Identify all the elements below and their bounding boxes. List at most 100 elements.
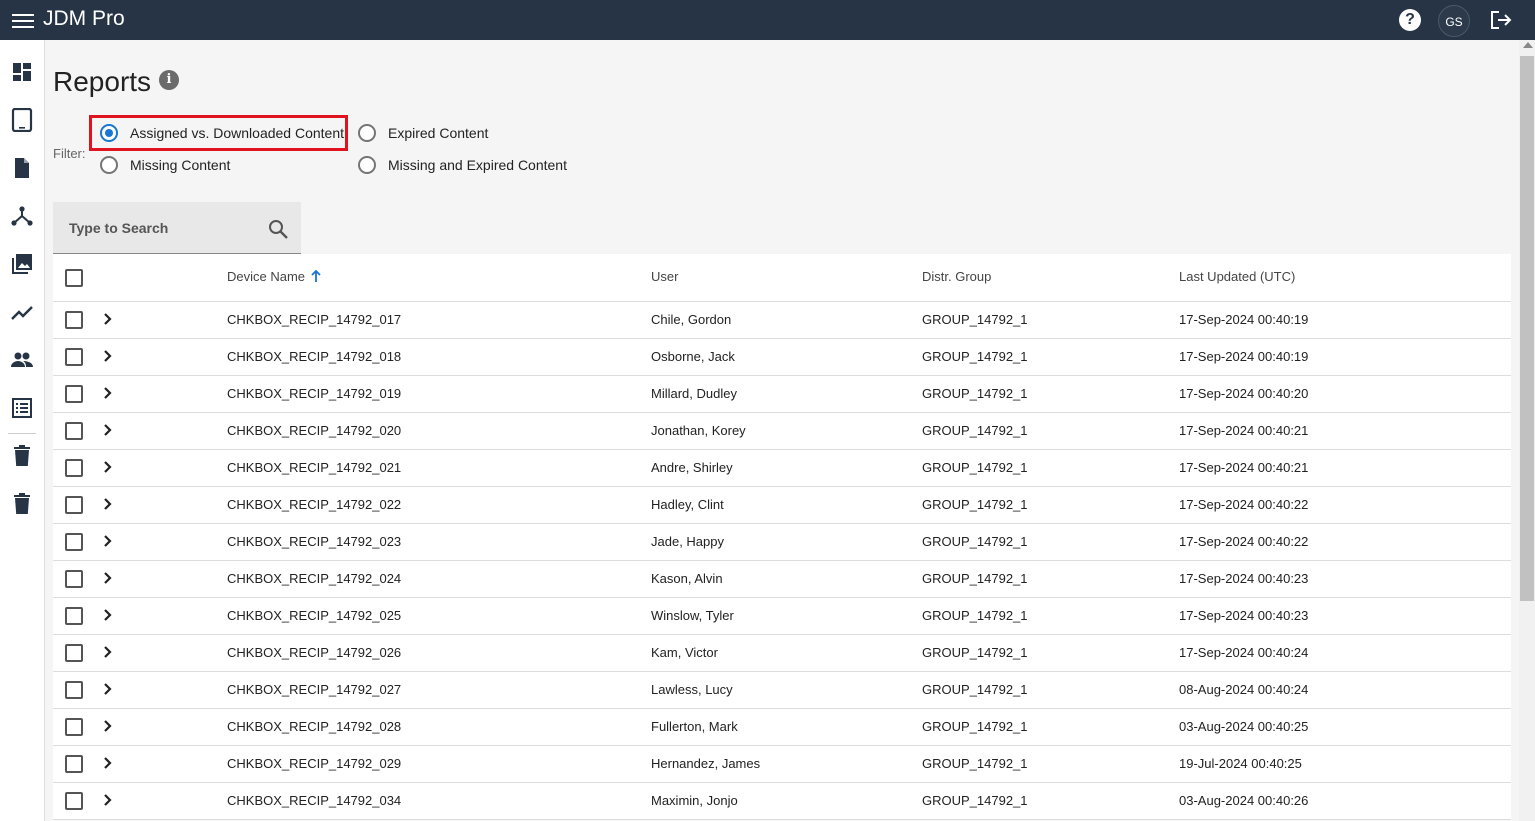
row-checkbox[interactable] — [65, 570, 83, 588]
table-row[interactable]: CHKBOX_RECIP_14792_025 Winslow, Tyler GROU… — [53, 598, 1511, 635]
trash-icon[interactable] — [10, 492, 34, 516]
last-updated-cell: 03-Aug-2024 00:40:25 — [1179, 719, 1309, 734]
column-header-device-name[interactable]: Device Name — [227, 269, 321, 285]
scroll-up-arrow-icon[interactable] — [1523, 42, 1533, 48]
filter-label: Filter: — [53, 146, 86, 161]
distr-group-cell: GROUP_14792_1 — [922, 756, 1028, 771]
column-header-last-updated[interactable]: Last Updated (UTC) — [1179, 269, 1295, 284]
trash-icon[interactable] — [10, 444, 34, 468]
column-header-distr-group[interactable]: Distr. Group — [922, 269, 991, 284]
distr-group-cell: GROUP_14792_1 — [922, 534, 1028, 549]
radio-label: Expired Content — [388, 125, 489, 141]
user-avatar[interactable]: GS — [1438, 5, 1470, 37]
scrollbar-thumb[interactable] — [1520, 56, 1534, 601]
expand-chevron-icon[interactable] — [102, 497, 114, 511]
dashboard-icon[interactable] — [10, 60, 34, 84]
row-checkbox[interactable] — [65, 459, 83, 477]
table-row[interactable]: CHKBOX_RECIP_14792_024 Kason, Alvin GROUP_… — [53, 561, 1511, 598]
table-row[interactable]: CHKBOX_RECIP_14792_028 Fullerton, Mark GRO… — [53, 709, 1511, 746]
table-row[interactable]: CHKBOX_RECIP_14792_019 Millard, Dudley GRO… — [53, 376, 1511, 413]
row-checkbox[interactable] — [65, 496, 83, 514]
device-tablet-icon[interactable] — [10, 107, 34, 133]
expand-chevron-icon[interactable] — [102, 386, 114, 400]
radio-unchecked-icon[interactable] — [358, 156, 376, 174]
expand-chevron-icon[interactable] — [102, 460, 114, 474]
column-header-user[interactable]: User — [651, 269, 678, 284]
select-all-checkbox[interactable] — [65, 269, 83, 287]
row-checkbox[interactable] — [65, 718, 83, 736]
row-checkbox[interactable] — [65, 681, 83, 699]
table-row[interactable]: CHKBOX_RECIP_14792_029 Hernandez, James GR… — [53, 746, 1511, 783]
expand-chevron-icon[interactable] — [102, 423, 114, 437]
list-icon[interactable] — [10, 396, 34, 420]
table-row[interactable]: CHKBOX_RECIP_14792_020 Jonathan, Korey GRO… — [53, 413, 1511, 450]
row-checkbox[interactable] — [65, 533, 83, 551]
table-row[interactable]: CHKBOX_RECIP_14792_017 Chile, Gordon GROUP… — [53, 302, 1511, 339]
device-name-cell: CHKBOX_RECIP_14792_020 — [227, 423, 402, 438]
user-cell: Andre, Shirley — [651, 460, 733, 475]
table-row[interactable]: CHKBOX_RECIP_14792_034 Maximin, Jonjo GROU… — [53, 783, 1511, 820]
search-icon[interactable] — [267, 218, 289, 240]
user-cell: Hernandez, James — [651, 756, 761, 771]
info-icon[interactable]: i — [159, 70, 179, 90]
table-row[interactable]: CHKBOX_RECIP_14792_023 Jade, Happy GROUP_1… — [53, 524, 1511, 561]
table-row[interactable]: CHKBOX_RECIP_14792_027 Lawless, Lucy GROUP… — [53, 672, 1511, 709]
filter-radio-missing-and-expired[interactable]: Missing and Expired Content — [358, 156, 567, 174]
table-row[interactable]: CHKBOX_RECIP_14792_018 Osborne, Jack GROUP… — [53, 339, 1511, 376]
last-updated-cell: 17-Sep-2024 00:40:20 — [1179, 386, 1309, 401]
last-updated-cell: 17-Sep-2024 00:40:19 — [1179, 349, 1309, 364]
expand-chevron-icon[interactable] — [102, 608, 114, 622]
row-checkbox[interactable] — [65, 607, 83, 625]
table-body: CHKBOX_RECIP_14792_017 Chile, Gordon GROUP… — [53, 302, 1511, 820]
radio-unchecked-icon[interactable] — [358, 124, 376, 142]
user-cell: Kam, Victor — [651, 645, 718, 660]
expand-chevron-icon[interactable] — [102, 571, 114, 585]
device-name-cell: CHKBOX_RECIP_14792_028 — [227, 719, 402, 734]
row-checkbox[interactable] — [65, 422, 83, 440]
device-name-cell: CHKBOX_RECIP_14792_024 — [227, 571, 402, 586]
page-title: Reports — [53, 66, 152, 97]
hierarchy-icon[interactable] — [10, 204, 34, 228]
distr-group-cell: GROUP_14792_1 — [922, 645, 1028, 660]
table-row[interactable]: CHKBOX_RECIP_14792_022 Hadley, Clint GROUP… — [53, 487, 1511, 524]
users-icon[interactable] — [10, 348, 34, 372]
device-name-cell: CHKBOX_RECIP_14792_018 — [227, 349, 402, 364]
table-row[interactable]: CHKBOX_RECIP_14792_021 Andre, Shirley GROU… — [53, 450, 1511, 487]
row-checkbox[interactable] — [65, 792, 83, 810]
expand-chevron-icon[interactable] — [102, 682, 114, 696]
hamburger-menu-icon[interactable] — [12, 10, 34, 30]
expand-chevron-icon[interactable] — [102, 534, 114, 548]
last-updated-cell: 19-Jul-2024 00:40:25 — [1179, 756, 1302, 771]
row-checkbox[interactable] — [65, 385, 83, 403]
row-checkbox[interactable] — [65, 311, 83, 329]
table-row[interactable]: CHKBOX_RECIP_14792_026 Kam, Victor GROUP_1… — [53, 635, 1511, 672]
row-checkbox[interactable] — [65, 644, 83, 662]
user-cell: Millard, Dudley — [651, 386, 737, 401]
sort-ascending-icon[interactable] — [311, 269, 321, 285]
sidebar-divider — [8, 433, 36, 434]
row-checkbox[interactable] — [65, 755, 83, 773]
device-name-cell: CHKBOX_RECIP_14792_019 — [227, 386, 402, 401]
search-box — [53, 202, 301, 254]
device-name-cell: CHKBOX_RECIP_14792_022 — [227, 497, 402, 512]
distr-group-cell: GROUP_14792_1 — [922, 386, 1028, 401]
logout-icon[interactable] — [1489, 9, 1513, 31]
expand-chevron-icon[interactable] — [102, 349, 114, 363]
analytics-icon[interactable] — [10, 300, 34, 324]
filter-radio-expired-content[interactable]: Expired Content — [358, 124, 488, 142]
expand-chevron-icon[interactable] — [102, 793, 114, 807]
device-name-cell: CHKBOX_RECIP_14792_029 — [227, 756, 402, 771]
expand-chevron-icon[interactable] — [102, 645, 114, 659]
device-name-cell: CHKBOX_RECIP_14792_021 — [227, 460, 402, 475]
media-library-icon[interactable] — [10, 252, 34, 276]
distr-group-cell: GROUP_14792_1 — [922, 349, 1028, 364]
expand-chevron-icon[interactable] — [102, 756, 114, 770]
help-icon[interactable]: ? — [1399, 9, 1421, 31]
filter-radio-missing-content[interactable]: Missing Content — [100, 156, 230, 174]
radio-unchecked-icon[interactable] — [100, 156, 118, 174]
document-icon[interactable] — [10, 156, 34, 180]
expand-chevron-icon[interactable] — [102, 312, 114, 326]
expand-chevron-icon[interactable] — [102, 719, 114, 733]
row-checkbox[interactable] — [65, 348, 83, 366]
search-input[interactable] — [69, 218, 259, 238]
